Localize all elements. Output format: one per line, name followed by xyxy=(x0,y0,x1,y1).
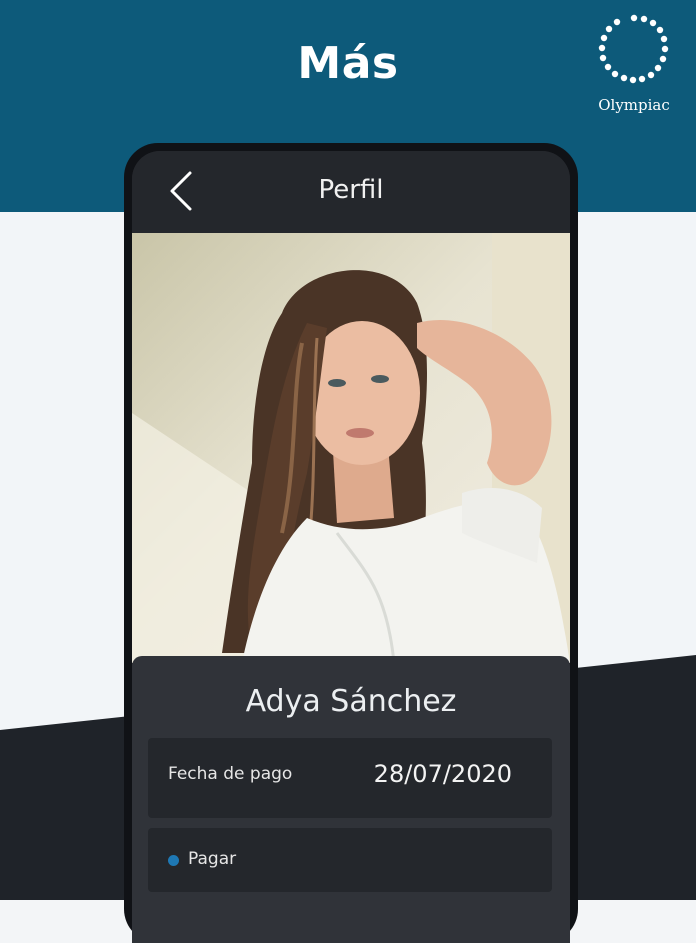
pay-button[interactable]: Pagar xyxy=(148,828,552,892)
phone-screen: Perfil Adya Sánchez Fecha de pago 28/07/… xyxy=(132,151,570,943)
profile-photo xyxy=(132,233,570,663)
brand-logo: Olympiac xyxy=(582,12,686,124)
profile-name: Adya Sánchez xyxy=(245,684,457,719)
pearl-ring-icon xyxy=(598,14,669,84)
brand-name: Olympiac xyxy=(598,96,670,114)
phone-frame: Perfil Adya Sánchez Fecha de pago 28/07/… xyxy=(124,143,578,943)
status-dot-icon xyxy=(168,855,179,866)
profile-photo-illustration xyxy=(132,233,570,663)
page-title: Perfil xyxy=(318,175,384,205)
payment-date-label: Fecha de pago xyxy=(168,764,293,784)
app-bar: Perfil xyxy=(132,151,570,233)
payment-date-value: 28/07/2020 xyxy=(373,760,512,788)
pay-button-label: Pagar xyxy=(188,849,237,869)
payment-date-row: Fecha de pago 28/07/2020 xyxy=(148,738,552,818)
